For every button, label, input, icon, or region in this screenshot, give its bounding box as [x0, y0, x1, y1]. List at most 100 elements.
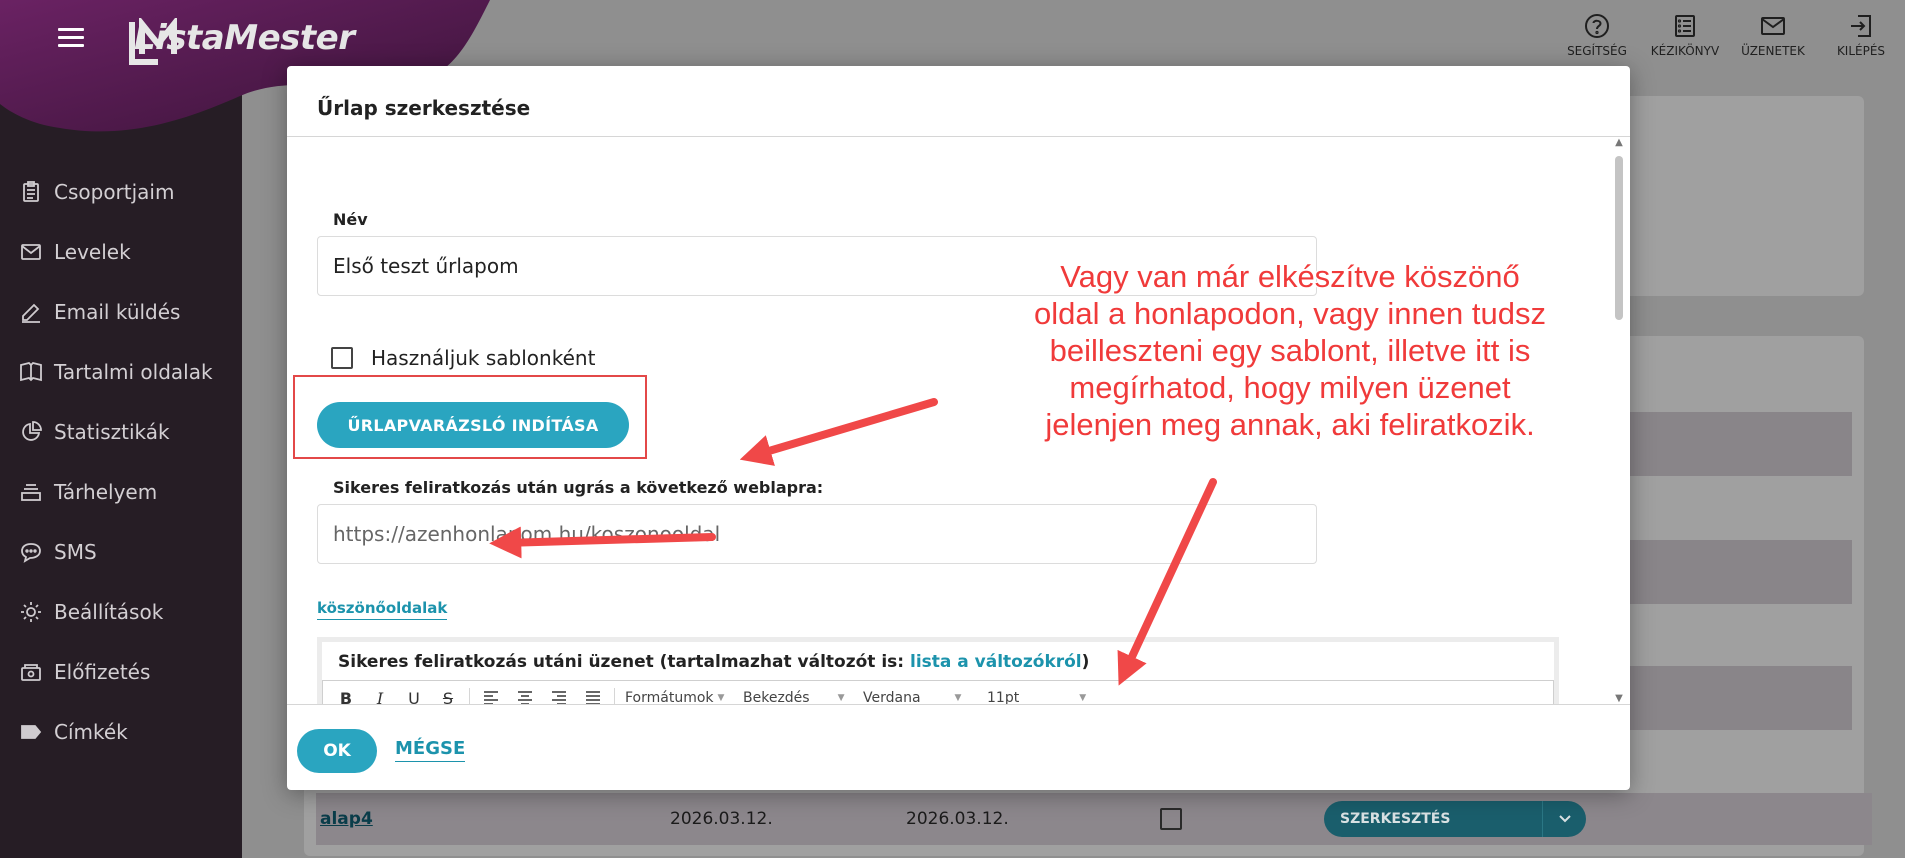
block-format-dropdown[interactable]: Bekezdés ▼	[737, 684, 857, 704]
dialog-scrollbar[interactable]: ▲ ▼	[1614, 138, 1624, 704]
form-wizard-button[interactable]: ŰRLAPVARÁZSLÓ INDÍTÁSA	[317, 402, 629, 448]
logout-button[interactable]: KILÉPÉS	[1817, 0, 1905, 70]
messages-label: ÜZENETEK	[1741, 43, 1805, 58]
logout-label: KILÉPÉS	[1836, 43, 1886, 58]
messages-button[interactable]: ÜZENETEK	[1729, 0, 1817, 70]
table-row: alap4 2026.03.12. 2026.03.12. SZERKESZTÉ…	[316, 793, 1872, 845]
row-edit-button[interactable]: SZERKESZTÉS	[1324, 801, 1586, 837]
sidebar-item-sms[interactable]: SMS	[0, 522, 242, 582]
align-center-icon[interactable]	[508, 684, 542, 704]
sidebar-item-letters[interactable]: Levelek	[0, 222, 242, 282]
annotation-line: beilleszteni egy sablont, illetve itt is	[1049, 333, 1531, 368]
name-label: Név	[333, 210, 368, 229]
logout-icon	[1851, 14, 1871, 37]
envelope-icon	[18, 239, 44, 265]
sidebar-item-label: Előfizetés	[54, 660, 151, 684]
sidebar-item-label: Tárhelyem	[54, 480, 158, 504]
variables-list-link[interactable]: lista a változókról	[910, 652, 1082, 672]
divider	[287, 704, 1630, 705]
dropdown-arrow-icon: ▼	[1079, 693, 1087, 703]
sidebar-item-label: Címkék	[54, 720, 128, 744]
editor-label-text: Sikeres feliratkozás utáni üzenet (tarta…	[338, 652, 905, 672]
formats-dropdown-label: Formátumok	[625, 690, 714, 704]
manual-label: KÉZIKÖNYV	[1650, 43, 1720, 58]
help-icon	[1585, 13, 1609, 38]
pen-icon	[18, 299, 44, 325]
align-left-icon[interactable]	[474, 684, 508, 704]
mail-icon	[1761, 16, 1785, 35]
annotation-line: Vagy van már elkészítve köszönő	[1060, 259, 1520, 294]
align-right-icon[interactable]	[542, 684, 576, 704]
strikethrough-icon[interactable]: S	[431, 684, 465, 705]
editor-label-close: )	[1081, 652, 1090, 672]
editor-label: Sikeres feliratkozás utáni üzenet (tarta…	[338, 652, 1089, 672]
font-family-dropdown[interactable]: Verdana ▼	[857, 684, 981, 704]
sidebar-item-subscription[interactable]: Előfizetés	[0, 642, 242, 702]
dropdown-arrow-icon: ▼	[717, 693, 725, 703]
annotation-line: oldal a honlapodon, vagy innen tudsz	[1034, 296, 1546, 331]
redirect-label: Sikeres feliratkozás után ugrás a követk…	[333, 478, 824, 497]
pie-chart-icon	[18, 419, 44, 445]
template-checkbox[interactable]	[331, 347, 353, 369]
logo: ListaMester	[128, 18, 355, 65]
scroll-down-icon[interactable]: ▼	[1614, 694, 1624, 704]
sidebar-item-tags[interactable]: Címkék	[0, 702, 242, 762]
font-size-dropdown[interactable]: 11pt ▼	[981, 684, 1093, 704]
thank-you-pages-link[interactable]: köszönőoldalak	[317, 599, 448, 620]
sidebar-item-email-send[interactable]: Email küldés	[0, 282, 242, 342]
chat-icon	[18, 539, 44, 565]
toolbar-row: B I U S Formátumok ▼ Bekezdés ▼ Verdana ▼ 1…	[329, 683, 1093, 704]
manual-button[interactable]: KÉZIKÖNYV	[1641, 0, 1729, 70]
redirect-url-input[interactable]: https://azenhonlapom.hu/koszonooldal	[317, 504, 1317, 564]
toolbar-separator	[469, 688, 470, 704]
row-name-link[interactable]: alap4	[320, 809, 373, 829]
help-button[interactable]: SEGÍTSÉG	[1553, 0, 1641, 70]
sidebar-item-content-pages[interactable]: Tartalmi oldalak	[0, 342, 242, 402]
tag-icon	[18, 719, 44, 745]
cancel-button[interactable]: MÉGSE	[395, 738, 466, 762]
chevron-down-icon[interactable]	[1542, 801, 1586, 837]
manual-icon	[1675, 14, 1695, 37]
top-toolbar: SEGÍTSÉG KÉZIKÖNYV ÜZENETEK KILÉPÉS	[1553, 0, 1905, 70]
sidebar-item-label: Beállítások	[54, 600, 164, 624]
sidebar-nav: Csoportjaim Levelek Email küldés Tartalm…	[0, 162, 242, 762]
sidebar-item-label: SMS	[54, 540, 97, 564]
sidebar-item-settings[interactable]: Beállítások	[0, 582, 242, 642]
row-edit-label: SZERKESZTÉS	[1340, 811, 1451, 827]
annotation-line: jelenjen meg annak, aki feliratkozik.	[1045, 407, 1535, 442]
row-checkbox[interactable]	[1160, 808, 1182, 830]
ok-button[interactable]: OK	[297, 729, 377, 773]
bold-icon[interactable]: B	[329, 684, 363, 705]
font-family-label: Verdana	[863, 690, 921, 704]
editor-toolbar: B I U S Formátumok ▼ Bekezdés ▼ Verdana ▼ 1…	[322, 680, 1554, 704]
align-justify-icon[interactable]	[576, 684, 610, 704]
sidebar-item-label: Email küldés	[54, 300, 181, 324]
template-checkbox-label: Használjuk sablonként	[371, 346, 596, 370]
formats-dropdown[interactable]: Formátumok ▼	[619, 684, 737, 704]
underline-icon[interactable]: U	[397, 684, 431, 705]
logo-mark-icon	[129, 18, 177, 65]
annotation-callout: Vagy van már elkészítve köszönő oldal a …	[1010, 258, 1570, 443]
help-label: SEGÍTSÉG	[1567, 43, 1627, 58]
sidebar-item-label: Statisztikák	[54, 420, 170, 444]
scroll-thumb[interactable]	[1615, 156, 1623, 320]
annotation-line: megírhatod, hogy milyen üzenet	[1069, 370, 1511, 405]
sidebar-item-label: Levelek	[54, 240, 131, 264]
italic-icon[interactable]: I	[363, 684, 397, 705]
sidebar-item-label: Tartalmi oldalak	[54, 360, 213, 384]
clipboard-icon	[18, 179, 44, 205]
toolbar-separator	[614, 688, 615, 704]
sidebar-item-groups[interactable]: Csoportjaim	[0, 162, 242, 222]
rich-text-editor: Sikeres feliratkozás utáni üzenet (tarta…	[317, 637, 1559, 704]
dialog-title: Űrlap szerkesztése	[317, 96, 531, 120]
scroll-up-icon[interactable]: ▲	[1614, 138, 1624, 148]
subscription-icon	[18, 659, 44, 685]
storage-icon	[18, 479, 44, 505]
sidebar-item-statistics[interactable]: Statisztikák	[0, 402, 242, 462]
sidebar-item-storage[interactable]: Tárhelyem	[0, 462, 242, 522]
menu-icon[interactable]	[58, 28, 84, 50]
font-size-label: 11pt	[987, 690, 1020, 704]
sidebar-item-label: Csoportjaim	[54, 180, 175, 204]
row-date-modified: 2026.03.12.	[906, 809, 1009, 829]
dropdown-arrow-icon: ▼	[954, 693, 962, 703]
